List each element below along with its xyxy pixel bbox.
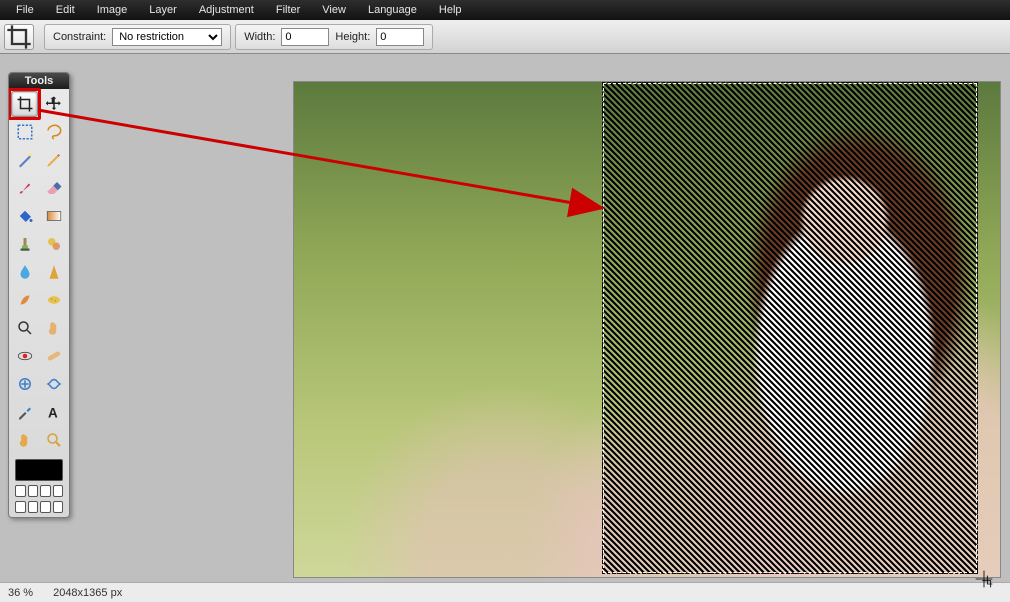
move-icon: [45, 95, 63, 113]
menu-filter[interactable]: Filter: [266, 2, 310, 18]
burn-tool[interactable]: [40, 315, 67, 341]
redeye-icon: [16, 347, 34, 365]
menu-bar: File Edit Image Layer Adjustment Filter …: [0, 0, 1010, 20]
marquee-tool[interactable]: [11, 119, 38, 145]
menu-image[interactable]: Image: [87, 2, 138, 18]
gradient-icon: [45, 207, 63, 225]
width-input[interactable]: [281, 28, 329, 46]
type-tool[interactable]: A: [40, 399, 67, 425]
brush-tool[interactable]: [11, 175, 38, 201]
hand-icon: [45, 319, 63, 337]
swatch-3[interactable]: [40, 485, 51, 497]
swatch-6[interactable]: [28, 501, 39, 513]
blur-tool[interactable]: [11, 259, 38, 285]
crop-icon: [5, 23, 33, 51]
type-icon: A: [45, 403, 63, 421]
bucket-icon: [16, 207, 34, 225]
status-zoom: 36 %: [8, 587, 33, 599]
hand-tool[interactable]: [11, 427, 38, 453]
hand-icon: [16, 431, 34, 449]
menu-language[interactable]: Language: [358, 2, 427, 18]
foreground-swatch[interactable]: [15, 459, 63, 481]
menu-view[interactable]: View: [312, 2, 356, 18]
swatch-5[interactable]: [15, 501, 26, 513]
menu-file[interactable]: File: [6, 2, 44, 18]
gradient-tool[interactable]: [40, 203, 67, 229]
dodge-tool[interactable]: [11, 315, 38, 341]
color-swatches: [9, 455, 69, 517]
pencil-tool[interactable]: [40, 147, 67, 173]
bloat-icon: [16, 375, 34, 393]
sponge-icon: [45, 291, 63, 309]
svg-text:A: A: [48, 405, 58, 420]
dimension-group: Width: Height:: [235, 24, 433, 50]
sharpen-tool[interactable]: [40, 259, 67, 285]
crop-icon: [16, 95, 34, 113]
move-tool[interactable]: [40, 91, 67, 117]
colorreplace-icon: [45, 235, 63, 253]
lasso-icon: [45, 123, 63, 141]
redeye-tool[interactable]: [11, 343, 38, 369]
eraser-tool[interactable]: [40, 175, 67, 201]
lasso-tool[interactable]: [40, 119, 67, 145]
height-input[interactable]: [376, 28, 424, 46]
eraser-icon: [45, 179, 63, 197]
constraint-label: Constraint:: [53, 31, 106, 43]
workspace: Tools: [0, 54, 1010, 582]
bandaid-icon: [45, 347, 63, 365]
colorreplace-tool[interactable]: [40, 231, 67, 257]
bloat-tool[interactable]: [11, 371, 38, 397]
constraint-select[interactable]: No restriction: [112, 28, 222, 46]
pinch-icon: [45, 375, 63, 393]
zoom-icon: [45, 431, 63, 449]
menu-layer[interactable]: Layer: [139, 2, 187, 18]
swatch-7[interactable]: [40, 501, 51, 513]
drop-icon: [16, 263, 34, 281]
clone-tool[interactable]: [11, 231, 38, 257]
crop-tool[interactable]: [11, 91, 38, 117]
height-label: Height:: [335, 31, 370, 43]
menu-adjustment[interactable]: Adjustment: [189, 2, 264, 18]
smudge-tool[interactable]: [11, 287, 38, 313]
swatch-8[interactable]: [53, 501, 64, 513]
wand-tool[interactable]: [11, 147, 38, 173]
spotheal-tool[interactable]: [40, 343, 67, 369]
menu-edit[interactable]: Edit: [46, 2, 85, 18]
tools-panel-title: Tools: [9, 73, 69, 89]
stamp-icon: [16, 235, 34, 253]
menu-help[interactable]: Help: [429, 2, 472, 18]
tools-panel: Tools: [8, 72, 70, 518]
tool-grid: A: [9, 89, 69, 455]
active-tool-indicator: [4, 24, 34, 50]
paintbucket-tool[interactable]: [11, 203, 38, 229]
marquee-icon: [16, 123, 34, 141]
status-dimensions: 2048x1365 px: [53, 587, 122, 599]
pinch-tool[interactable]: [40, 371, 67, 397]
sponge-tool[interactable]: [40, 287, 67, 313]
wand-icon: [16, 151, 34, 169]
option-bar: Constraint: No restriction Width: Height…: [0, 20, 1010, 54]
canvas[interactable]: [294, 82, 1000, 577]
eyedropper-tool[interactable]: [11, 399, 38, 425]
swatch-1[interactable]: [15, 485, 26, 497]
brush-icon: [16, 179, 34, 197]
pencil-icon: [45, 151, 63, 169]
crop-selection[interactable]: [602, 82, 978, 574]
constraint-group: Constraint: No restriction: [44, 24, 231, 50]
smudge-icon: [16, 291, 34, 309]
eyedropper-icon: [16, 403, 34, 421]
swatch-2[interactable]: [28, 485, 39, 497]
swatch-4[interactable]: [53, 485, 64, 497]
width-label: Width:: [244, 31, 275, 43]
dodge-icon: [16, 319, 34, 337]
sharpen-icon: [45, 263, 63, 281]
zoom-tool[interactable]: [40, 427, 67, 453]
status-bar: 36 % 2048x1365 px: [0, 582, 1010, 602]
